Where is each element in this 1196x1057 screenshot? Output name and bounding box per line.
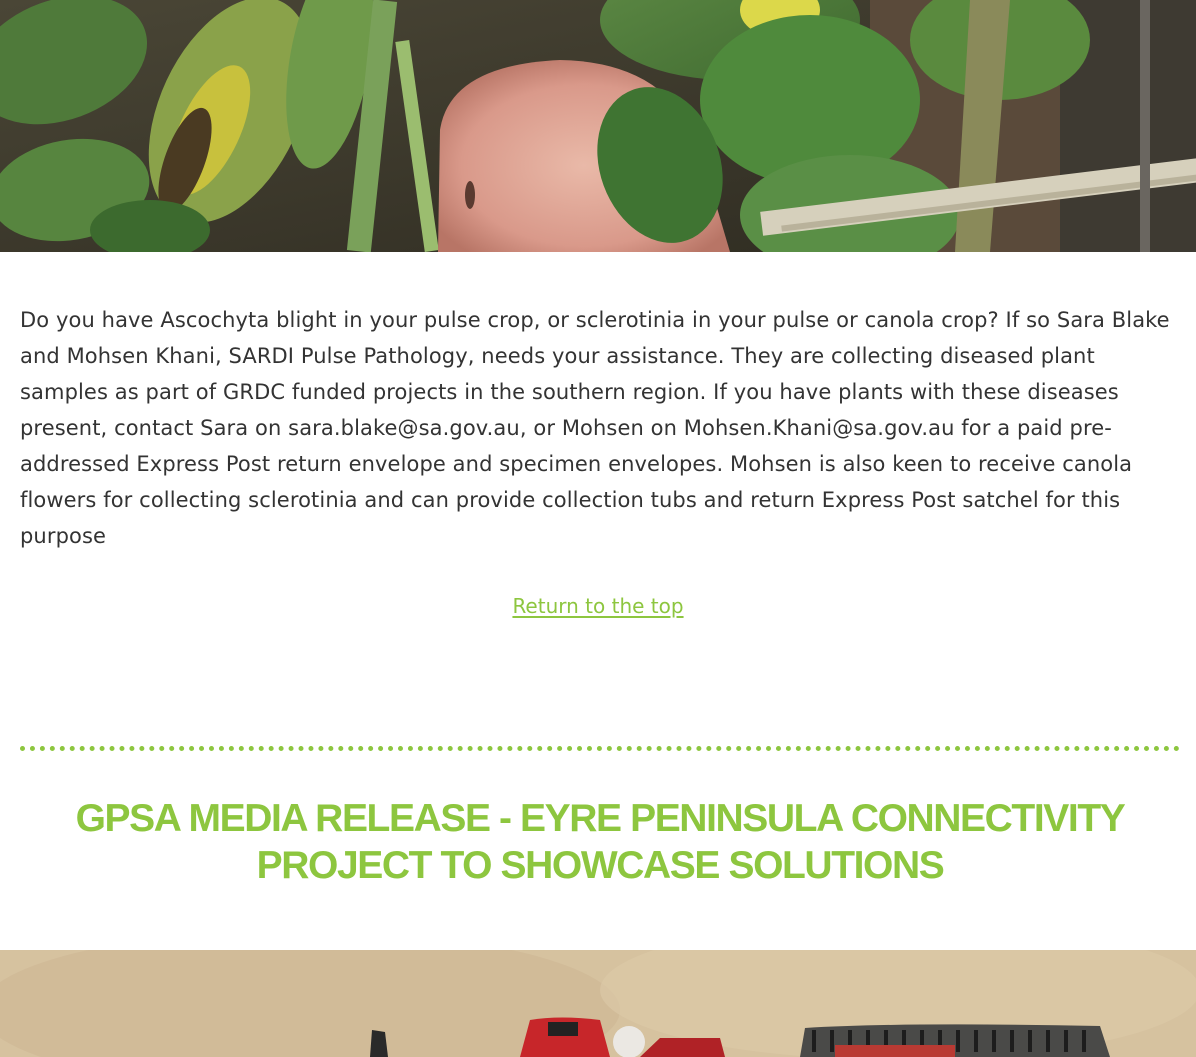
article-body: Do you have Ascochyta blight in your pul… xyxy=(20,308,1170,548)
hero-image xyxy=(0,0,1196,252)
section-divider xyxy=(20,746,1180,751)
section-title: GPSA MEDIA RELEASE - EYRE PENINSULA CONN… xyxy=(75,797,1126,887)
return-to-top-link[interactable]: Return to the top xyxy=(512,594,683,618)
return-link-container: Return to the top xyxy=(0,591,1196,621)
section-image xyxy=(0,950,1196,1057)
